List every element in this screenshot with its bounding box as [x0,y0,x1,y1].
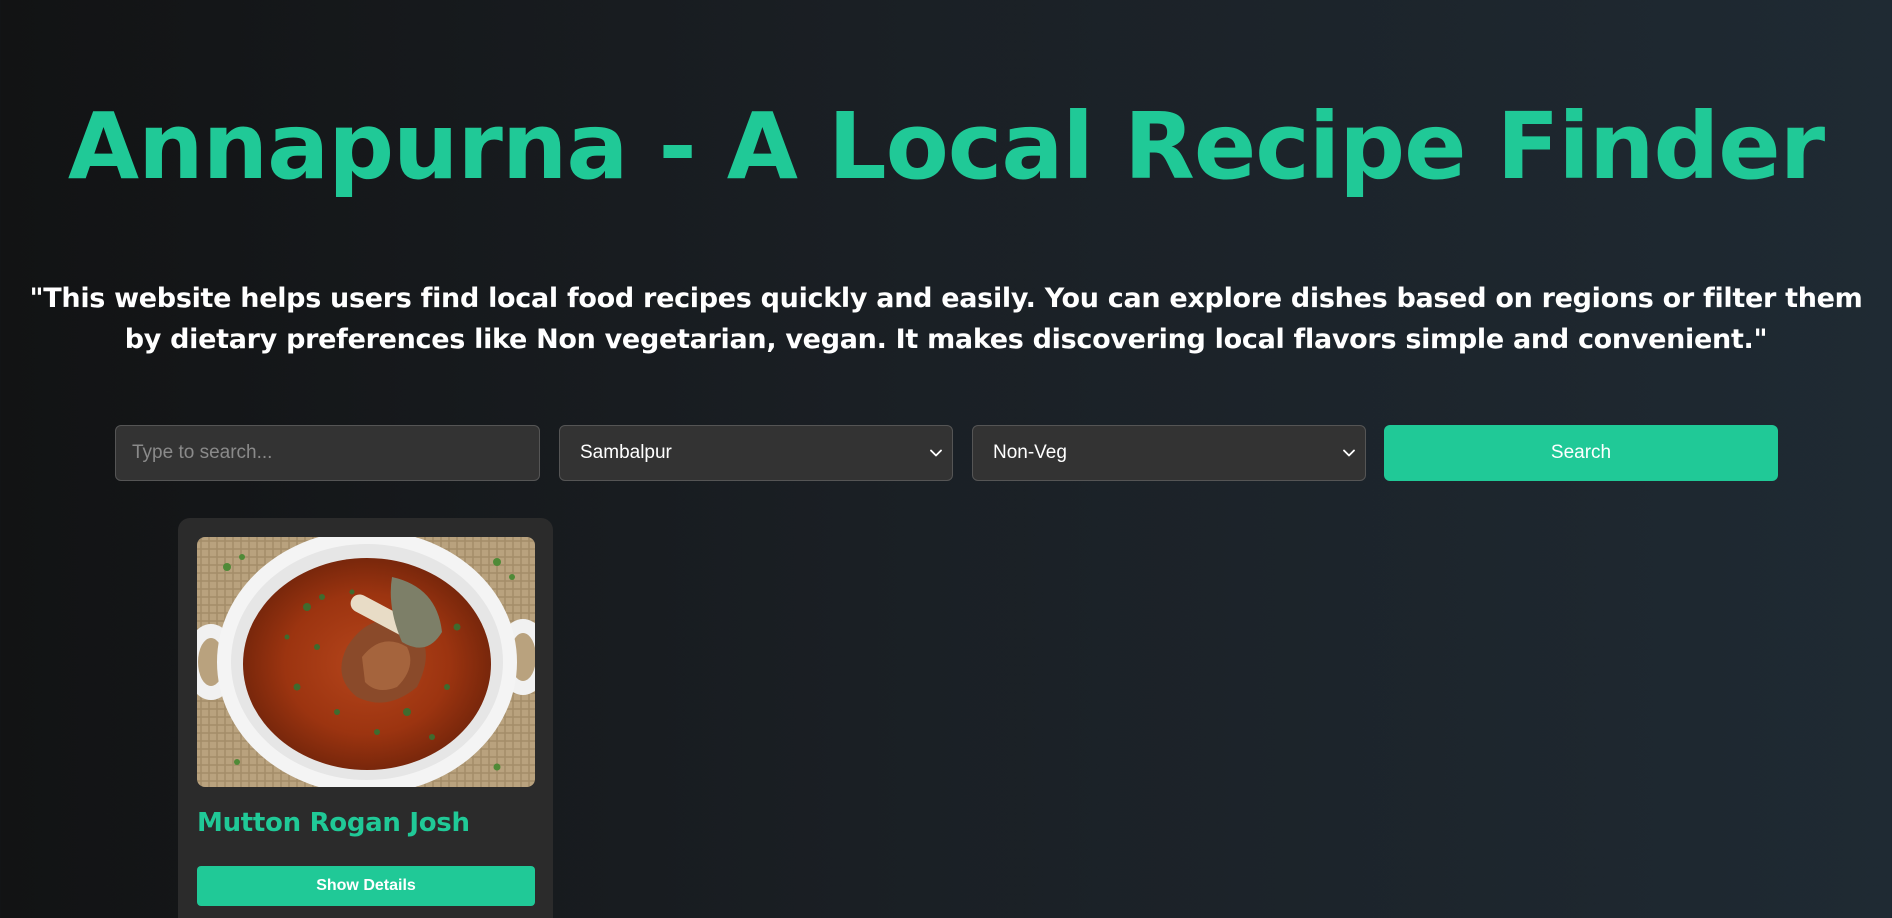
page-tagline: "This website helps users find local foo… [29,283,1863,355]
show-details-button[interactable]: Show Details [197,866,535,906]
chevron-down-icon [928,445,944,461]
region-select[interactable]: Sambalpur [559,425,953,481]
page-title: Annapurna - A Local Recipe Finder [67,93,1825,200]
search-button[interactable]: Search [1384,425,1778,481]
search-input[interactable] [115,425,540,481]
chevron-down-icon [1341,445,1357,461]
region-select-value: Sambalpur [580,442,672,463]
recipe-image [197,537,535,787]
recipe-title: Mutton Rogan Josh [197,808,470,838]
recipe-card: Mutton Rogan Josh Show Details [178,518,553,918]
search-controls: Sambalpur Non-Veg Search [115,425,1778,481]
diet-select-value: Non-Veg [993,442,1067,463]
diet-select[interactable]: Non-Veg [972,425,1366,481]
